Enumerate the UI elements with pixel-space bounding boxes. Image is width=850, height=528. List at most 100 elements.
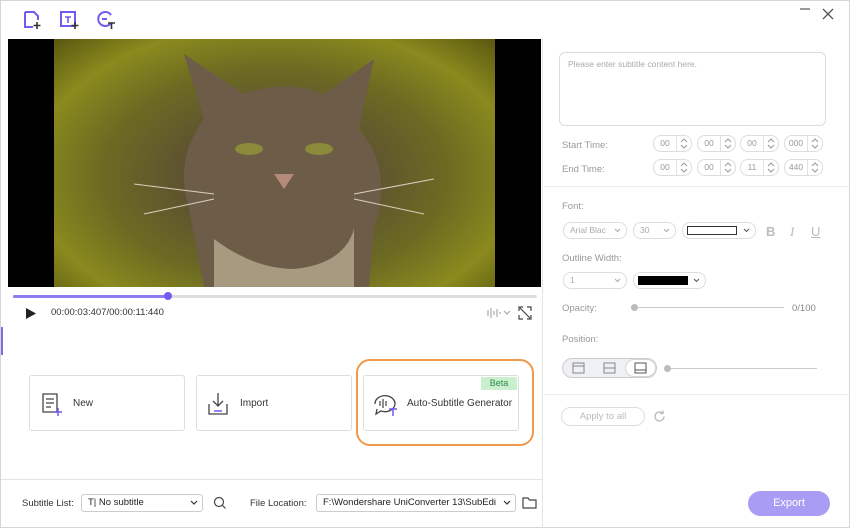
auto-subtitle-label: Auto-Subtitle Generator <box>407 398 513 409</box>
italic-button[interactable]: I <box>790 224 794 240</box>
speech-bubble-icon <box>371 390 399 418</box>
font-family-value: Arial Blac <box>570 225 606 235</box>
side-accent <box>1 327 3 355</box>
position-offset-slider[interactable] <box>667 368 817 369</box>
time-spinner[interactable]: 00 <box>653 135 692 152</box>
time-spinner-value: 440 <box>788 162 804 172</box>
refresh-icon[interactable] <box>652 409 667 424</box>
up-down-arrows-icon[interactable] <box>766 162 776 173</box>
divider <box>544 186 849 187</box>
time-spinner-value: 00 <box>660 138 670 148</box>
audio-waveform-icon[interactable] <box>483 307 513 319</box>
time-spinner[interactable]: 00 <box>697 135 736 152</box>
spinner-divider <box>807 136 808 151</box>
new-subtitle-card[interactable]: New <box>29 375 185 431</box>
underline-button[interactable]: U <box>811 224 820 239</box>
file-location-select[interactable]: F:\Wondershare UniConverter 13\SubEdi <box>316 494 516 512</box>
position-label: Position: <box>562 334 599 345</box>
font-color-swatch <box>687 226 737 235</box>
up-down-arrows-icon[interactable] <box>679 162 689 173</box>
spinner-divider <box>676 160 677 175</box>
add-file-icon[interactable] <box>22 10 44 30</box>
time-spinner[interactable]: 00 <box>653 159 692 176</box>
time-spinner[interactable]: 00 <box>697 159 736 176</box>
auto-subtitle-icon[interactable] <box>96 10 118 30</box>
opacity-slider[interactable] <box>634 307 784 308</box>
up-down-arrows-icon[interactable] <box>723 138 733 149</box>
export-button[interactable]: Export <box>748 491 830 516</box>
timecode: 00:00:03:407/00:00:11:440 <box>51 307 164 318</box>
video-frame <box>54 39 495 287</box>
spinner-divider <box>807 160 808 175</box>
fullscreen-icon[interactable] <box>518 306 532 320</box>
minimize-icon[interactable] <box>798 7 812 21</box>
close-icon[interactable] <box>821 7 835 21</box>
search-icon[interactable] <box>213 496 227 510</box>
divider <box>1 479 542 480</box>
auto-subtitle-card[interactable]: Beta Auto-Subtitle Generator <box>363 375 519 431</box>
outline-width-value: 1 <box>570 275 575 285</box>
outline-color-select[interactable] <box>633 272 706 289</box>
subtitle-list-select[interactable]: T| No subtitle <box>81 494 203 512</box>
position-bottom-button[interactable] <box>625 359 656 377</box>
opacity-label: Opacity: <box>562 303 597 314</box>
play-icon[interactable] <box>25 307 37 320</box>
time-spinner[interactable]: 000 <box>784 135 823 152</box>
up-down-arrows-icon[interactable] <box>723 162 733 173</box>
font-size-select[interactable]: 30 <box>633 222 676 239</box>
time-spinner-value: 00 <box>704 138 714 148</box>
seek-progress <box>13 295 168 298</box>
font-size-value: 30 <box>640 225 650 235</box>
position-middle-button[interactable] <box>594 359 625 377</box>
font-color-select[interactable] <box>682 222 756 239</box>
file-location-value: F:\Wondershare UniConverter 13\SubEdi <box>323 497 497 508</box>
chevron-down-icon <box>663 228 670 233</box>
opacity-slider-handle[interactable] <box>631 304 638 311</box>
font-label: Font: <box>562 201 584 212</box>
position-top-button[interactable] <box>563 359 594 377</box>
chevron-down-icon <box>743 228 750 233</box>
outline-width-select[interactable]: 1 <box>563 272 627 289</box>
folder-icon[interactable] <box>522 496 537 509</box>
time-spinner[interactable]: 440 <box>784 159 823 176</box>
time-spinner[interactable]: 11 <box>740 159 779 176</box>
time-spinner-value: 00 <box>660 162 670 172</box>
outline-color-swatch <box>638 276 688 285</box>
subtitle-prefix-icon: T| <box>88 497 97 508</box>
up-down-arrows-icon[interactable] <box>810 162 820 173</box>
chevron-down-icon <box>190 500 198 505</box>
time-spinner[interactable]: 00 <box>740 135 779 152</box>
video-preview <box>8 39 541 287</box>
spinner-divider <box>763 160 764 175</box>
apply-to-all-button[interactable]: Apply to all <box>561 407 645 426</box>
position-offset-handle[interactable] <box>664 365 671 372</box>
up-down-arrows-icon[interactable] <box>810 138 820 149</box>
time-spinner-value: 000 <box>788 138 804 148</box>
spinner-divider <box>720 136 721 151</box>
import-subtitle-card[interactable]: Import <box>196 375 352 431</box>
add-subtitle-icon[interactable] <box>59 10 81 30</box>
start-time-label: Start Time: <box>562 140 608 151</box>
chevron-down-icon <box>614 278 621 283</box>
file-location-label: File Location: <box>250 498 307 509</box>
subtitle-list-label: Subtitle List: <box>22 498 74 509</box>
end-time-label: End Time: <box>562 164 605 175</box>
bold-button[interactable]: B <box>766 224 775 239</box>
opacity-value: 0/100 <box>792 303 816 314</box>
spinner-divider <box>763 136 764 151</box>
up-down-arrows-icon[interactable] <box>679 138 689 149</box>
cat-image <box>133 54 435 287</box>
subtitle-content-input[interactable]: Please enter subtitle content here. <box>559 52 826 126</box>
seek-bar[interactable] <box>13 292 537 300</box>
new-file-icon <box>37 390 65 418</box>
toolbar <box>1 1 849 39</box>
import-label: Import <box>240 398 269 409</box>
spinner-divider <box>676 136 677 151</box>
beta-badge: Beta <box>481 377 517 390</box>
seek-handle[interactable] <box>163 292 172 300</box>
up-down-arrows-icon[interactable] <box>766 138 776 149</box>
import-icon <box>204 390 232 418</box>
outline-width-label: Outline Width: <box>562 253 622 264</box>
chevron-down-icon <box>614 228 621 233</box>
font-family-select[interactable]: Arial Blac <box>563 222 627 239</box>
